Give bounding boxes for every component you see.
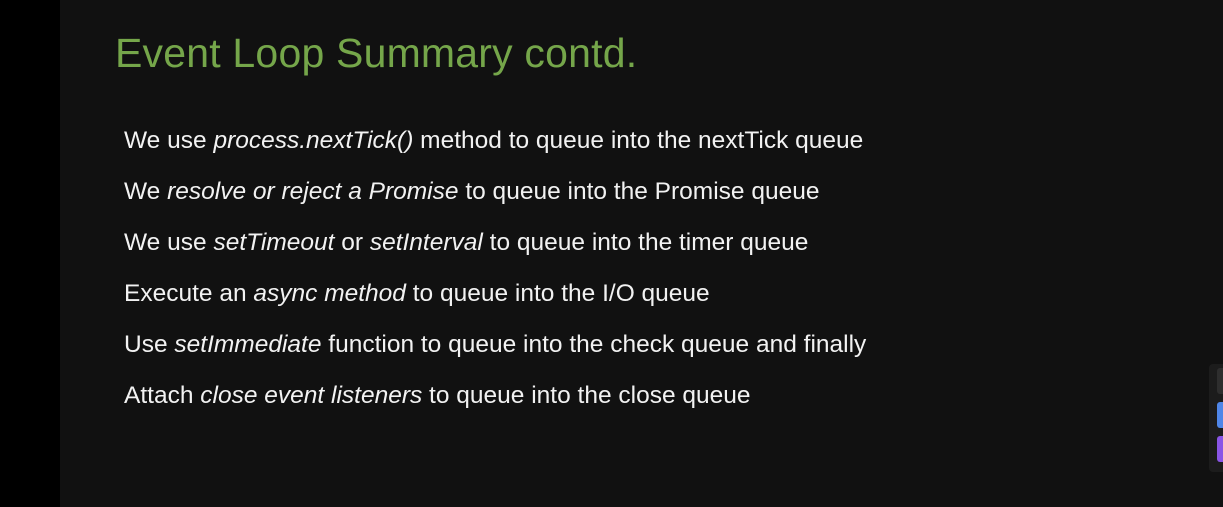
purple-action-button[interactable] <box>1217 436 1223 462</box>
bullet-text: to queue into the Promise queue <box>458 178 820 205</box>
bullet-text: Use <box>124 331 175 358</box>
bullet-item: We use setTimeout or setInterval to queu… <box>124 224 866 275</box>
left-letterbox <box>0 0 60 507</box>
bullet-emphasis: process.nextTick() <box>213 127 414 154</box>
bullet-emphasis: async method <box>253 280 406 307</box>
bullet-text: to queue into the close queue <box>422 382 751 409</box>
toolbar-button[interactable] <box>1217 368 1223 394</box>
bullet-text: Execute an <box>124 280 254 307</box>
side-floating-toolbar[interactable] <box>1209 364 1223 472</box>
blue-action-button[interactable] <box>1217 402 1223 428</box>
bullet-text: to queue into the I/O queue <box>405 280 710 307</box>
bullet-item: We use process.nextTick() method to queu… <box>124 122 866 173</box>
bullet-emphasis: setInterval <box>369 229 483 256</box>
bullet-text: to queue into the timer queue <box>482 229 809 256</box>
bullet-item: Use setImmediate function to queue into … <box>124 326 866 377</box>
bullet-text: We use <box>124 229 214 256</box>
bullet-emphasis: setTimeout <box>213 229 335 256</box>
presentation-slide: Event Loop Summary contd. We use process… <box>60 0 1223 507</box>
bullet-list: We use process.nextTick() method to queu… <box>124 122 866 428</box>
bullet-text: function to queue into the check queue a… <box>321 331 867 358</box>
bullet-item: Attach close event listeners to queue in… <box>124 377 866 428</box>
bullet-item: We resolve or reject a Promise to queue … <box>124 173 866 224</box>
bullet-emphasis: close event listeners <box>200 382 423 409</box>
bullet-emphasis: resolve or reject a Promise <box>167 178 459 205</box>
bullet-text: method to queue into the nextTick queue <box>413 127 864 154</box>
bullet-text: or <box>334 229 370 256</box>
bullet-item: Execute an async method to queue into th… <box>124 275 866 326</box>
bullet-text: We <box>124 178 168 205</box>
bullet-emphasis: setImmediate <box>174 331 322 358</box>
bullet-text: We use <box>124 127 214 154</box>
bullet-text: Attach <box>124 382 201 409</box>
slide-title: Event Loop Summary contd. <box>115 30 638 76</box>
